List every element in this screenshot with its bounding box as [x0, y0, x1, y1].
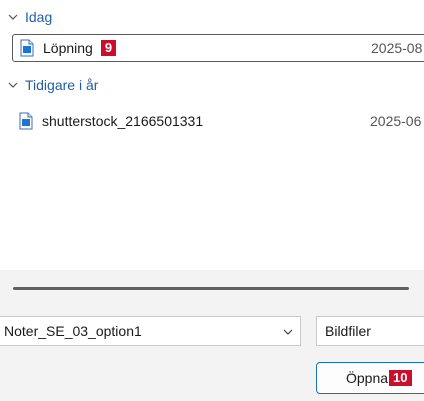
open-button-label: Öppna	[346, 370, 389, 386]
chevron-down-icon	[6, 10, 20, 24]
filetype-label: Bildfiler	[325, 323, 371, 339]
group-label: Idag	[25, 9, 53, 25]
open-button[interactable]: Öppna 10	[316, 362, 424, 394]
group-header-tidigare-i-ar[interactable]: Tidigare i år	[6, 74, 98, 96]
file-date: 2025-06	[370, 113, 422, 129]
image-file-icon	[19, 39, 35, 57]
filetype-select[interactable]: Bildfiler	[316, 316, 424, 346]
resize-splitter[interactable]	[13, 287, 409, 290]
filename-combobox[interactable]	[0, 316, 301, 346]
file-date: 2025-08	[371, 40, 423, 56]
file-name: Löpning	[43, 40, 93, 56]
filename-input[interactable]	[0, 322, 276, 340]
file-item-shutterstock[interactable]: shutterstock_2166501331 2025-06	[12, 108, 424, 134]
group-header-idag[interactable]: Idag	[6, 6, 52, 28]
group-label: Tidigare i år	[25, 77, 99, 93]
image-file-icon	[18, 112, 34, 130]
file-name: shutterstock_2166501331	[42, 113, 204, 129]
annotation-badge: 10	[389, 370, 412, 386]
chevron-down-icon[interactable]	[282, 325, 294, 337]
file-item-lopning[interactable]: Löpning 9 2025-08	[12, 34, 424, 62]
annotation-badge: 9	[100, 40, 117, 56]
chevron-down-icon	[6, 78, 20, 92]
